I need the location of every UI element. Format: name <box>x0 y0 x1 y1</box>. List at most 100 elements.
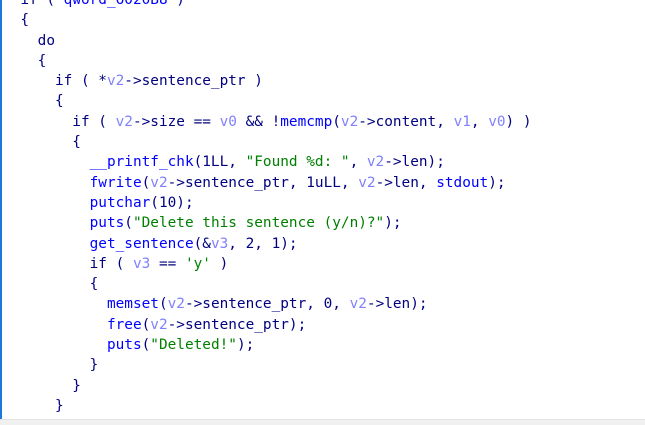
code-token-fn[interactable]: stdout <box>436 175 488 191</box>
code-token-kw: ) <box>167 0 185 8</box>
code-token-kw: , <box>470 113 489 130</box>
code-token-str: 'y' <box>184 255 211 272</box>
code-token-kw: } <box>3 377 81 394</box>
code-line[interactable]: puts("Delete this sentence (y/n)?"); <box>3 213 532 233</box>
code-token-fn[interactable]: memset <box>107 296 159 312</box>
code-listing[interactable]: if ( qword_6020B8 ) { do { if ( *v2->sen… <box>3 0 532 416</box>
code-line[interactable]: do <box>3 31 532 51</box>
code-token-kw: } <box>3 397 64 414</box>
code-token-kw <box>3 175 90 191</box>
code-token-kw <box>3 195 90 211</box>
code-token-kw <box>3 296 107 312</box>
code-token-kw: ->len); <box>384 154 445 171</box>
code-line[interactable]: if ( v3 == 'y' ) <box>3 254 532 274</box>
code-token-var[interactable]: v2 <box>150 175 167 191</box>
code-line[interactable]: { <box>3 91 532 111</box>
code-token-kw <box>3 236 90 252</box>
code-token-fn[interactable]: __printf_chk <box>90 154 194 170</box>
code-token-kw: ->sentence_ptr, 0, <box>184 296 350 313</box>
code-token-kw: ); <box>488 174 506 191</box>
code-token-kw: ->sentence_ptr ) <box>124 73 263 90</box>
code-token-kw: ->size == <box>132 113 220 130</box>
code-line[interactable]: if ( v2->size == v0 && !memcmp(v2->conte… <box>3 112 531 132</box>
code-token-kw: { <box>3 93 64 110</box>
code-token-kw: ( <box>124 215 133 232</box>
pseudocode-view[interactable]: if ( qword_6020B8 ) { do { if ( *v2->sen… <box>0 0 645 419</box>
code-token-kw: if ( * <box>3 73 107 90</box>
code-token-kw: { <box>3 12 29 29</box>
code-token-kw: ->len); <box>366 296 428 313</box>
code-token-kw: do <box>3 32 55 49</box>
code-token-kw: { <box>3 134 81 151</box>
code-token-kw: (10); <box>150 194 194 211</box>
code-token-kw: , 2, 1); <box>228 235 298 252</box>
code-token-kw: (1LL, <box>193 154 246 171</box>
code-token-str: "Deleted!" <box>150 337 237 354</box>
code-token-kw: ( <box>141 174 151 191</box>
code-token-var[interactable]: v2 <box>107 73 124 89</box>
code-line[interactable]: { <box>3 51 532 71</box>
code-line[interactable]: puts("Deleted!"); <box>3 335 532 355</box>
code-line[interactable]: fwrite(v2->sentence_ptr, 1uLL, v2->len, … <box>3 173 532 193</box>
code-token-kw <box>3 215 90 231</box>
code-token-kw: ->sentence_ptr, 1uLL, <box>167 174 359 191</box>
code-token-var[interactable]: v2 <box>168 296 185 312</box>
code-line[interactable]: __printf_chk(1LL, "Found %d: ", v2->len)… <box>3 152 532 172</box>
code-token-var[interactable]: v2 <box>367 154 384 170</box>
code-line[interactable]: { <box>3 10 532 30</box>
code-line[interactable]: memset(v2->sentence_ptr, 0, v2->len); <box>3 294 532 314</box>
status-bar <box>0 419 645 425</box>
code-token-var[interactable]: v1 <box>454 114 471 130</box>
code-token-var[interactable]: v2 <box>341 114 358 130</box>
code-token-kw <box>3 337 107 353</box>
code-token-kw <box>3 154 90 170</box>
code-token-fn[interactable]: fwrite <box>90 175 142 191</box>
code-token-var[interactable]: v2 <box>150 317 167 333</box>
code-token-var[interactable]: v3 <box>133 256 150 272</box>
code-token-kw: ( <box>141 316 151 333</box>
code-token-kw: ( <box>141 337 151 354</box>
code-token-kw: { <box>3 52 47 69</box>
code-token-kw: == <box>150 255 185 272</box>
code-token-kw: (& <box>193 235 211 252</box>
code-line[interactable]: { <box>3 132 532 152</box>
code-line[interactable]: free(v2->sentence_ptr); <box>3 315 532 335</box>
code-token-fn[interactable]: puts <box>107 337 142 353</box>
code-token-fn[interactable]: putchar <box>90 195 151 211</box>
code-token-var[interactable]: v2 <box>116 114 133 130</box>
code-token-str: "Found %d: " <box>245 154 350 171</box>
code-token-kw: , <box>349 154 367 171</box>
code-line[interactable]: putchar(10); <box>3 193 532 213</box>
code-token-kw: ( <box>158 296 168 313</box>
code-line[interactable]: if ( *v2->sentence_ptr ) <box>3 71 532 91</box>
code-token-str: "Delete this sentence (y/n)?" <box>132 215 385 232</box>
code-line[interactable]: if ( qword_6020B8 ) <box>3 0 532 10</box>
code-token-var[interactable]: v0 <box>488 114 505 130</box>
code-token-kw: if ( <box>3 0 64 8</box>
code-token-fn[interactable]: memcmp <box>280 114 332 130</box>
code-token-var[interactable]: v2 <box>350 296 367 312</box>
code-token-kw: ); <box>236 337 255 354</box>
code-token-fn[interactable]: puts <box>90 215 125 231</box>
code-token-kw: if ( <box>3 255 133 272</box>
code-token-kw: ( <box>332 113 341 130</box>
code-line[interactable]: } <box>3 396 532 416</box>
code-line[interactable]: } <box>3 355 532 375</box>
code-token-var[interactable]: v2 <box>358 175 375 191</box>
code-token-kw: ->len, <box>375 174 437 191</box>
code-token-kw: ); <box>384 215 402 232</box>
code-token-var[interactable]: v0 <box>220 114 237 130</box>
code-token-kw: ->sentence_ptr); <box>167 316 307 333</box>
code-token-gl[interactable]: qword_6020B8 <box>64 0 168 8</box>
code-line[interactable]: get_sentence(&v3, 2, 1); <box>3 234 532 254</box>
code-token-kw: if ( <box>3 113 116 130</box>
code-token-var[interactable]: v3 <box>211 236 228 252</box>
code-token-kw: && ! <box>236 113 281 130</box>
code-token-fn[interactable]: get_sentence <box>90 236 194 252</box>
code-line[interactable]: { <box>3 274 532 294</box>
code-token-kw: } <box>3 357 99 374</box>
code-token-kw: { <box>3 276 99 293</box>
code-token-kw: ) <box>210 255 229 272</box>
code-token-fn[interactable]: free <box>107 317 142 333</box>
code-line[interactable]: } <box>3 376 532 396</box>
